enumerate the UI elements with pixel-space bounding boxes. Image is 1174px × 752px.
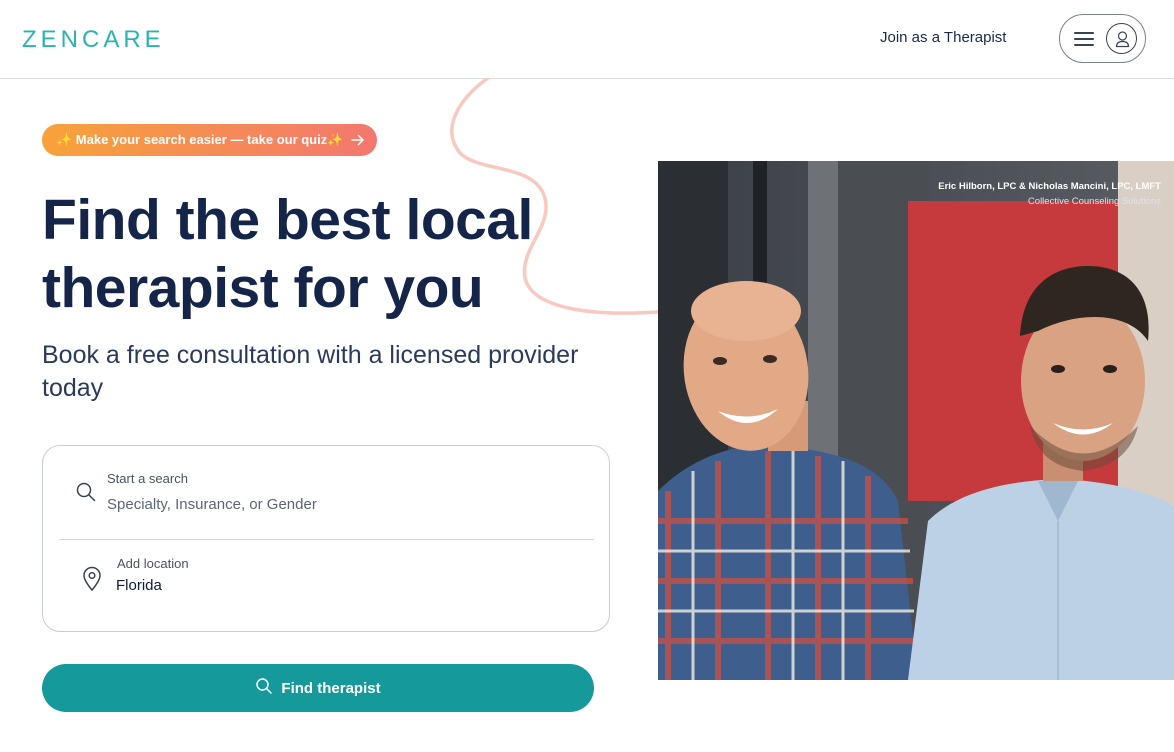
search-label: Start a search xyxy=(107,471,188,486)
search-icon xyxy=(255,677,273,699)
page-title: Find the best local therapist for you xyxy=(42,186,622,322)
find-therapist-label: Find therapist xyxy=(281,679,381,697)
account-menu-button[interactable] xyxy=(1059,14,1146,63)
zencare-logo[interactable]: ZENCARE xyxy=(22,26,165,54)
therapists-photo: Eric Hilborn, LPC & Nicholas Mancini, LP… xyxy=(658,161,1174,680)
search-card: Start a search Add location Florida xyxy=(42,445,610,632)
user-icon xyxy=(1106,23,1137,54)
search-input[interactable] xyxy=(107,492,567,516)
page-subtitle: Book a free consultation with a licensed… xyxy=(42,341,579,402)
headline-line-1: Find the best local xyxy=(42,188,533,252)
arrow-right-icon xyxy=(351,133,365,150)
join-as-therapist-link[interactable]: Join as a Therapist xyxy=(880,29,1006,46)
hamburger-icon xyxy=(1074,32,1094,46)
photo-caption-names: Eric Hilborn, LPC & Nicholas Mancini, LP… xyxy=(938,181,1161,192)
find-therapist-button[interactable]: Find therapist xyxy=(42,664,594,712)
search-field-row[interactable]: Start a search xyxy=(59,462,594,540)
map-pin-icon xyxy=(81,566,103,592)
search-icon xyxy=(75,481,97,503)
therapists-illustration xyxy=(658,161,1174,680)
photo-caption: Eric Hilborn, LPC & Nicholas Mancini, LP… xyxy=(938,179,1161,209)
location-label: Add location xyxy=(117,556,189,571)
photo-caption-org: Collective Counseling Solutions xyxy=(1027,196,1161,207)
location-field[interactable]: Florida xyxy=(116,577,162,594)
quiz-banner-text: ✨ Make your search easier — take our qui… xyxy=(56,132,344,147)
site-header: ZENCARE Join as a Therapist xyxy=(0,0,1174,79)
headline-line-2: therapist for you xyxy=(42,256,484,320)
quiz-banner[interactable]: ✨ Make your search easier — take our qui… xyxy=(42,124,377,156)
